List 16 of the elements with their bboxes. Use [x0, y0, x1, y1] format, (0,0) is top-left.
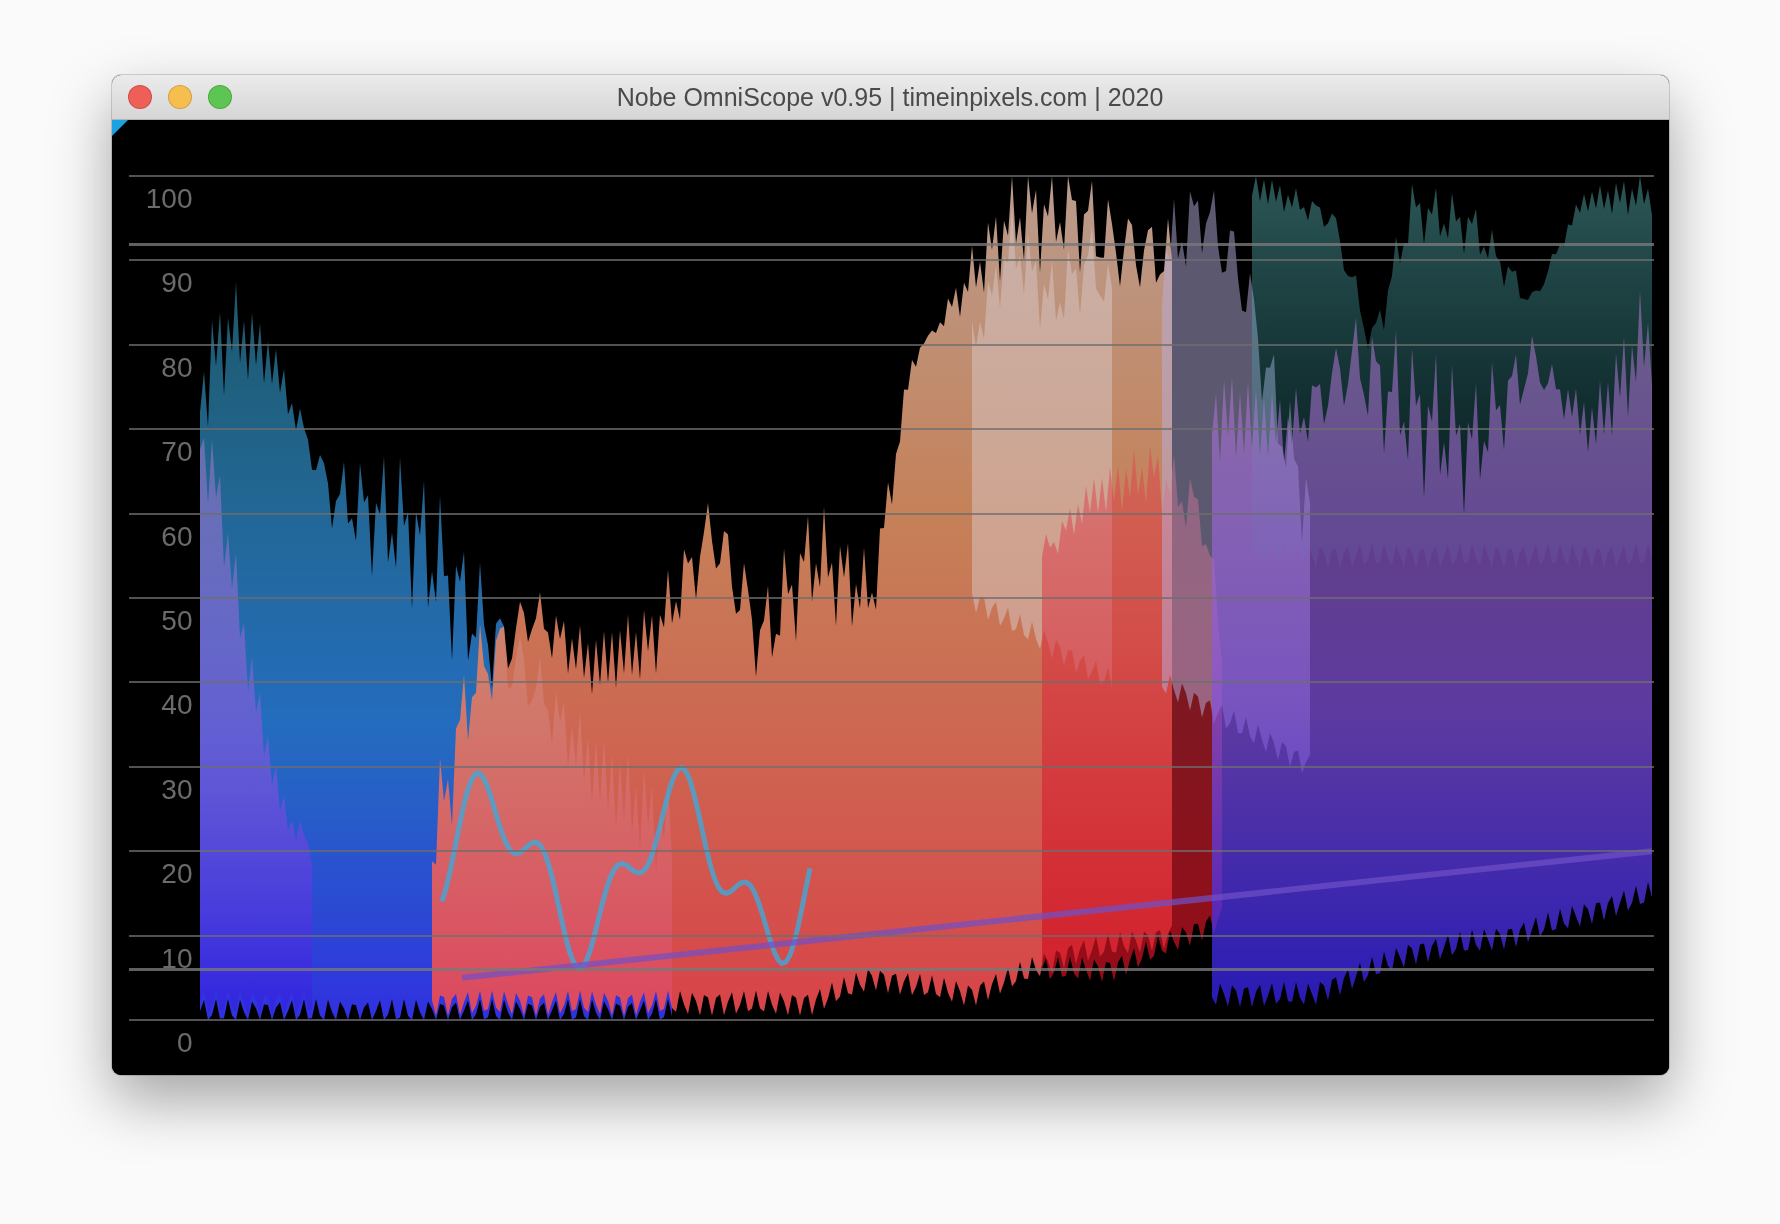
scale-label: 50 [160, 604, 193, 637]
scale-label: 60 [160, 520, 193, 553]
corner-marker-icon [111, 120, 128, 136]
scale-label: 40 [160, 689, 193, 722]
scale-label: 90 [160, 267, 193, 300]
minimize-button[interactable] [167, 85, 192, 109]
scale-label: 100 [144, 183, 193, 215]
close-button[interactable] [127, 85, 152, 109]
zoom-button[interactable] [207, 85, 232, 109]
scale-label: 30 [160, 773, 193, 806]
scale-label: 10 [160, 942, 193, 975]
window-title: Nobe OmniScope v0.95 | timeinpixels.com | 2020 [616, 82, 1164, 112]
scale-label: 0 [175, 1026, 193, 1059]
scale-label: 20 [160, 858, 193, 891]
scale-label: 80 [160, 351, 193, 384]
scale-label: 70 [160, 436, 193, 469]
